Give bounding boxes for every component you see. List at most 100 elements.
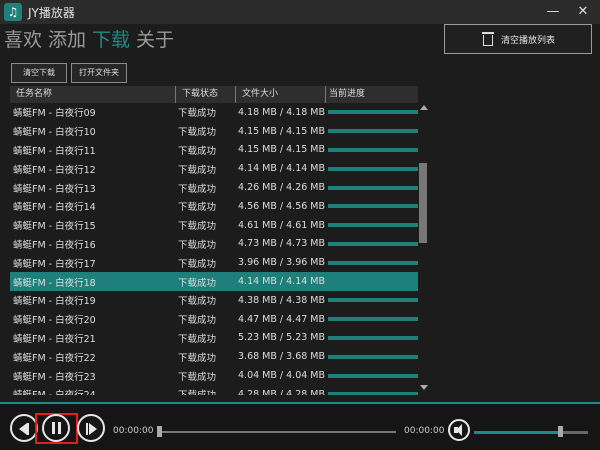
next-button[interactable] <box>77 414 105 442</box>
progress-cell <box>325 147 418 152</box>
table-row[interactable]: 蜻蜓FM - 白夜行17 下载成功 3.96 MB / 3.96 MB <box>10 253 418 272</box>
progress-fill <box>328 147 418 152</box>
previous-icon-bar <box>27 423 29 435</box>
file-size: 4.14 MB / 4.14 MB <box>238 276 326 288</box>
title-bar: ♫ JY播放器 — ✕ <box>0 0 600 24</box>
progress-cell <box>325 129 418 134</box>
pause-button[interactable] <box>42 414 70 442</box>
table-row[interactable]: 蜻蜓FM - 白夜行16 下载成功 4.73 MB / 4.73 MB <box>10 235 418 254</box>
volume-level <box>474 431 560 434</box>
download-status: 下载成功 <box>178 277 217 289</box>
nav-tabs: 喜欢 添加 下载 关于 <box>4 26 174 56</box>
tab-favorites[interactable]: 喜欢 <box>4 26 42 56</box>
volume-handle[interactable] <box>557 426 563 437</box>
progress-bar <box>328 223 418 228</box>
progress-bar <box>328 280 418 284</box>
task-name: 蜻蜓FM - 白夜行15 <box>13 221 96 233</box>
table-row[interactable]: 蜻蜓FM - 白夜行21 下载成功 5.23 MB / 5.23 MB <box>10 329 418 348</box>
progress-cell <box>325 241 418 246</box>
progress-fill <box>328 260 418 265</box>
column-header-progress[interactable]: 当前进度 <box>325 86 418 103</box>
download-status: 下载成功 <box>178 127 217 139</box>
progress-fill <box>328 185 418 190</box>
music-note-icon: ♫ <box>4 3 22 21</box>
progress-bar <box>328 335 418 340</box>
tab-download[interactable]: 下载 <box>92 26 130 56</box>
progress-cell <box>325 354 418 359</box>
progress-fill <box>328 298 418 303</box>
column-header-file-size[interactable]: 文件大小 <box>235 86 325 103</box>
clear-playlist-button[interactable]: 清空播放列表 <box>444 24 592 54</box>
task-name: 蜻蜓FM - 白夜行18 <box>13 277 96 289</box>
table-row[interactable]: 蜻蜓FM - 白夜行15 下载成功 4.61 MB / 4.61 MB <box>10 216 418 235</box>
file-size: 3.68 MB / 3.68 MB <box>238 351 326 363</box>
task-name: 蜻蜓FM - 白夜行22 <box>13 352 96 364</box>
progress-cell <box>325 373 418 378</box>
app-title: JY播放器 <box>28 6 75 20</box>
table-row[interactable]: 蜻蜓FM - 白夜行20 下载成功 4.47 MB / 4.47 MB <box>10 310 418 329</box>
player-bar <box>0 402 600 450</box>
table-row[interactable]: 蜻蜓FM - 白夜行12 下载成功 4.14 MB / 4.14 MB <box>10 159 418 178</box>
table-row[interactable]: 蜻蜓FM - 白夜行13 下载成功 4.26 MB / 4.26 MB <box>10 178 418 197</box>
progress-cell <box>325 110 418 115</box>
download-status: 下载成功 <box>178 258 217 270</box>
column-header-task-name[interactable]: 任务名称 <box>10 86 175 103</box>
download-status: 下载成功 <box>178 202 217 214</box>
scroll-thumb[interactable] <box>419 163 427 243</box>
progress-cell <box>325 204 418 209</box>
table-row[interactable]: 蜻蜓FM - 白夜行23 下载成功 4.04 MB / 4.04 MB <box>10 366 418 385</box>
table-row[interactable]: 蜻蜓FM - 白夜行14 下载成功 4.56 MB / 4.56 MB <box>10 197 418 216</box>
task-name: 蜻蜓FM - 白夜行09 <box>13 108 96 120</box>
progress-cell <box>325 223 418 228</box>
download-status: 下载成功 <box>178 108 217 120</box>
progress-fill <box>328 354 418 359</box>
progress-cell <box>325 280 418 284</box>
table-scrollbar[interactable] <box>418 103 428 393</box>
tab-about[interactable]: 关于 <box>136 26 174 56</box>
progress-bar <box>328 129 418 134</box>
previous-button[interactable] <box>10 414 38 442</box>
progress-cell <box>325 392 418 395</box>
table-row[interactable]: 蜻蜓FM - 白夜行11 下载成功 4.15 MB / 4.15 MB <box>10 141 418 160</box>
progress-bar <box>328 392 418 395</box>
table-row[interactable]: 蜻蜓FM - 白夜行24下载成功4.28 MB / 4.28 MB <box>10 385 418 395</box>
table-row[interactable]: 蜻蜓FM - 白夜行09 下载成功 4.18 MB / 4.18 MB <box>10 103 418 122</box>
download-status: 下载成功 <box>178 371 217 383</box>
progress-cell <box>325 185 418 190</box>
open-folder-button[interactable]: 打开文件夹 <box>71 63 127 83</box>
table-row[interactable]: 蜻蜓FM - 白夜行19 下载成功 4.38 MB / 4.38 MB <box>10 291 418 310</box>
scroll-up-icon[interactable] <box>420 105 428 110</box>
file-size: 4.61 MB / 4.61 MB <box>238 219 326 231</box>
table-header: 任务名称 下载状态 文件大小 当前进度 <box>10 86 418 103</box>
seek-handle[interactable] <box>157 426 162 437</box>
tab-add[interactable]: 添加 <box>48 26 86 56</box>
progress-bar <box>328 166 418 171</box>
volume-icon-cone <box>456 424 462 436</box>
progress-bar <box>328 354 418 359</box>
progress-cell <box>325 335 418 340</box>
minimize-button[interactable]: — <box>542 2 564 22</box>
scroll-down-icon[interactable] <box>420 385 428 390</box>
file-size: 4.18 MB / 4.18 MB <box>238 106 326 118</box>
close-button[interactable]: ✕ <box>572 2 594 22</box>
progress-fill <box>328 223 418 228</box>
table-row[interactable]: 蜻蜓FM - 白夜行10 下载成功 4.15 MB / 4.15 MB <box>10 122 418 141</box>
progress-fill <box>328 335 418 340</box>
progress-cell <box>325 260 418 265</box>
task-name: 蜻蜓FM - 白夜行23 <box>13 371 96 383</box>
download-status: 下载成功 <box>178 296 217 308</box>
progress-bar <box>328 298 418 303</box>
previous-icon <box>19 423 27 435</box>
table-row[interactable]: 蜻蜓FM - 白夜行22 下载成功 3.68 MB / 3.68 MB <box>10 347 418 366</box>
progress-cell <box>325 298 418 303</box>
next-icon <box>89 423 97 435</box>
file-size: 4.47 MB / 4.47 MB <box>238 313 326 325</box>
progress-bar <box>328 185 418 190</box>
current-time: 00:00:00 <box>113 426 154 436</box>
volume-button[interactable] <box>448 419 470 441</box>
table-row[interactable]: 蜻蜓FM - 白夜行18 下载成功 4.14 MB / 4.14 MB <box>10 272 418 291</box>
column-header-status[interactable]: 下载状态 <box>175 86 235 103</box>
seek-bar[interactable] <box>158 431 396 433</box>
clear-downloads-button[interactable]: 清空下载 <box>11 63 67 83</box>
download-status: 下载成功 <box>178 333 217 345</box>
